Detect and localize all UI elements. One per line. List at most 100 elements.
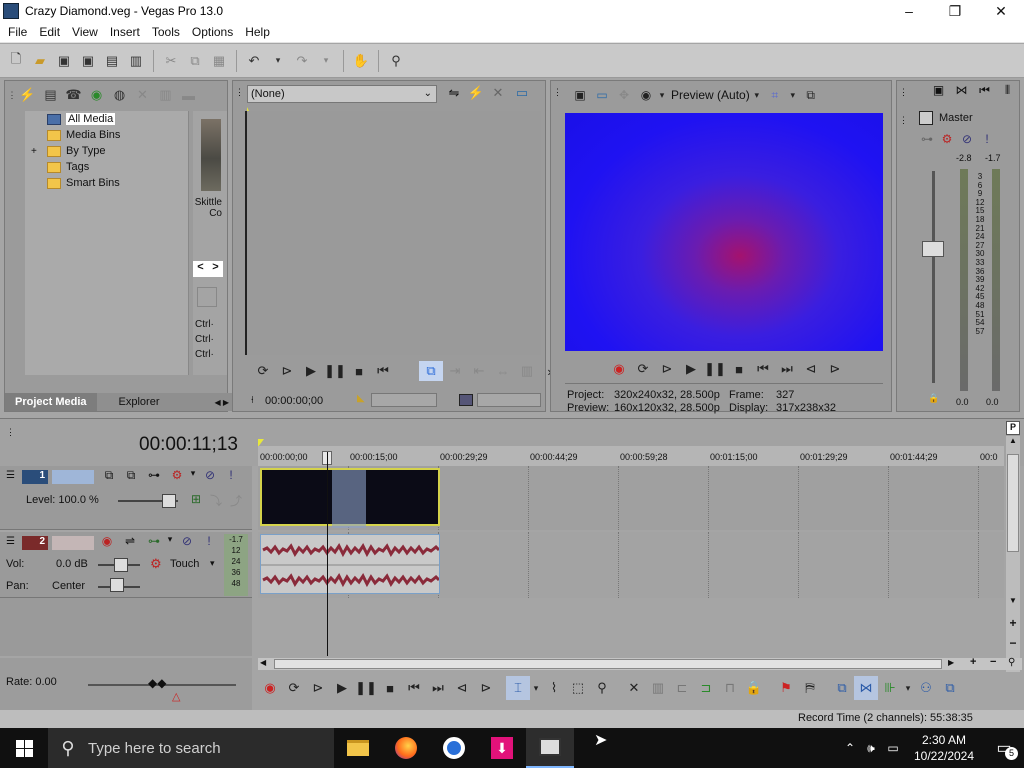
scrollbar-thumb[interactable] <box>274 659 942 669</box>
tree-item-by-type[interactable]: + By Type <box>25 143 188 159</box>
pause-icon[interactable]: ❚❚ <box>354 676 378 700</box>
menu-file[interactable]: File <box>2 25 33 39</box>
insert-marker-icon[interactable]: ⚑ <box>774 676 798 700</box>
pan-slider-handle[interactable] <box>110 578 124 592</box>
trim-icon[interactable]: ▥ <box>646 676 670 700</box>
edit-tool-dropdown-icon[interactable]: ▾ <box>530 676 542 700</box>
track-name-field[interactable] <box>52 470 94 484</box>
menu-help[interactable]: Help <box>239 25 276 39</box>
maximize-button[interactable]: ❐ <box>932 0 978 22</box>
audio-track-lane[interactable] <box>258 532 1004 598</box>
play-from-start-icon[interactable]: ⊳ <box>275 361 299 381</box>
render-as-icon[interactable]: ▤ <box>101 50 123 72</box>
timeline-empty-area[interactable] <box>258 598 1004 656</box>
undo-icon[interactable]: ↶ <box>243 50 265 72</box>
tree-item-tags[interactable]: Tags <box>25 159 188 175</box>
selection-tool-icon[interactable]: ⬚ <box>566 676 590 700</box>
paste-icon[interactable]: ▦ <box>208 50 230 72</box>
automation-mode[interactable]: Touch <box>170 558 199 570</box>
video-track-lane[interactable] <box>258 466 1004 530</box>
level-slider-handle[interactable] <box>162 494 176 508</box>
automation-settings-icon[interactable]: ⚙ <box>150 556 162 572</box>
trimmer-media-dropdown[interactable]: (None) ⌄ <box>247 85 437 103</box>
chevron-down-icon[interactable]: ▾ <box>750 85 764 105</box>
save-icon[interactable]: ▣ <box>53 50 75 72</box>
split-icon[interactable]: ⊓ <box>718 676 742 700</box>
fx-dropdown-icon[interactable]: ▾ <box>188 468 198 483</box>
audio-event-clip[interactable] <box>260 534 440 594</box>
downloader-app-icon[interactable]: ⬇ <box>478 728 526 768</box>
timeline-horizontal-scrollbar[interactable]: ◀ ▶ + − ⚲ <box>258 656 1022 670</box>
ruler-scroll-button[interactable]: P <box>1006 421 1020 435</box>
zoom-in-track-icon[interactable]: + <box>1006 616 1020 630</box>
network-icon[interactable]: ▭ <box>882 741 904 755</box>
play-from-start-icon[interactable]: ⊳ <box>655 359 679 379</box>
play-icon[interactable]: ▶ <box>330 676 354 700</box>
trim-end-icon[interactable]: ⊐ <box>694 676 718 700</box>
trimmer-close-icon[interactable]: ✕ <box>487 85 509 101</box>
save-as-icon[interactable]: ▣ <box>77 50 99 72</box>
scroll-right-icon[interactable]: ▶ <box>948 658 954 667</box>
mixer-view-icon[interactable]: ▣ <box>927 83 950 98</box>
zoom-in-time-icon[interactable]: + <box>970 656 976 668</box>
menu-tools[interactable]: Tools <box>146 25 186 39</box>
zoom-out-time-icon[interactable]: − <box>990 656 996 668</box>
master-fx-icon[interactable]: ⚙ <box>937 132 957 146</box>
go-to-end-icon[interactable]: ⏭ <box>426 676 450 700</box>
preview-quality-dropdown[interactable]: Preview (Auto) <box>671 88 750 102</box>
scrollbar-thumb[interactable] <box>1007 454 1019 552</box>
timeline-playhead[interactable] <box>327 452 328 656</box>
prev-media-button[interactable]: < <box>193 261 208 277</box>
add-to-timeline-icon[interactable]: ⇋ <box>443 85 465 101</box>
track-motion-icon[interactable]: ⊶ <box>142 468 166 483</box>
enable-snapping-icon[interactable]: ✋ <box>350 50 372 72</box>
lock-envelopes-icon[interactable]: ⚇ <box>914 676 938 700</box>
vegas-pro-taskbar-icon[interactable] <box>526 728 574 768</box>
cut-icon[interactable]: ✂ <box>160 50 182 72</box>
go-to-end-icon[interactable]: ⏭ <box>775 359 799 379</box>
grid-dropdown-icon[interactable]: ▾ <box>786 85 800 105</box>
undo-dropdown-icon[interactable]: ▾ <box>267 50 289 72</box>
loop-region-selection[interactable] <box>332 470 366 528</box>
trim-region-icon[interactable]: ▥ <box>515 361 539 381</box>
expand-keyframe-icon[interactable]: ⤵ <box>206 492 226 509</box>
play-icon[interactable]: ▶ <box>679 359 703 379</box>
zoom-tool-icon[interactable]: ⚲ <box>1008 657 1015 668</box>
scroll-up-icon[interactable]: ▲ <box>1006 436 1020 450</box>
downmix-icon[interactable]: ⋈ <box>950 83 973 98</box>
fader-lock-icon[interactable]: 🔒 <box>928 393 939 404</box>
menu-edit[interactable]: Edit <box>33 25 66 39</box>
lock-faders-icon[interactable]: ⦀ <box>996 83 1019 98</box>
tab-project-media[interactable]: Project Media <box>5 393 97 411</box>
stop-icon[interactable]: ■ <box>727 359 751 379</box>
envelope-tool-icon[interactable]: ⌇ <box>542 676 566 700</box>
file-explorer-icon[interactable] <box>334 728 382 768</box>
auto-crossfade-icon[interactable]: ⋈ <box>854 676 878 700</box>
media-properties-icon[interactable]: ▥ <box>154 85 177 105</box>
remove-media-icon[interactable]: ✕ <box>131 85 154 105</box>
tree-item-media-bins[interactable]: Media Bins <box>25 127 188 143</box>
compositing-mode-icon[interactable]: ⧉ <box>120 468 142 483</box>
properties-icon[interactable]: ▥ <box>125 50 147 72</box>
trimmer-fx-icon[interactable]: ⚡ <box>465 85 487 101</box>
invert-phase-icon[interactable]: ⇌ <box>118 534 142 548</box>
mute-icon[interactable]: ⊘ <box>174 534 200 548</box>
go-to-start-icon[interactable]: ⏮ <box>402 676 426 700</box>
trim-start-icon[interactable]: ⊏ <box>670 676 694 700</box>
add-up-to-cursor-icon[interactable]: ⇤ <box>467 361 491 381</box>
search-media-icon[interactable]: ◍ <box>108 85 131 105</box>
scroll-left-icon[interactable]: ◀ <box>260 658 266 667</box>
record-icon[interactable]: ◉ <box>258 676 282 700</box>
lock-icon[interactable]: 🔒 <box>742 676 766 700</box>
overlays-dropdown-icon[interactable]: ▾ <box>657 85 667 105</box>
get-media-web-icon[interactable]: ☎ <box>62 85 85 105</box>
taskbar-search-box[interactable]: ⚲ Type here to search <box>48 728 334 768</box>
solo-icon[interactable]: ! <box>977 132 997 146</box>
whats-this-help-icon[interactable]: ⚲ <box>385 50 407 72</box>
trimmer-waveform-area[interactable] <box>245 111 541 355</box>
loop-playback-icon[interactable]: ⟳ <box>282 676 306 700</box>
external-monitor-icon[interactable]: ▭ <box>591 85 613 105</box>
media-thumbnail[interactable] <box>201 119 221 191</box>
open-folder-icon[interactable]: ▰ <box>29 50 51 72</box>
dim-output-icon[interactable]: ⏮ <box>973 83 996 98</box>
